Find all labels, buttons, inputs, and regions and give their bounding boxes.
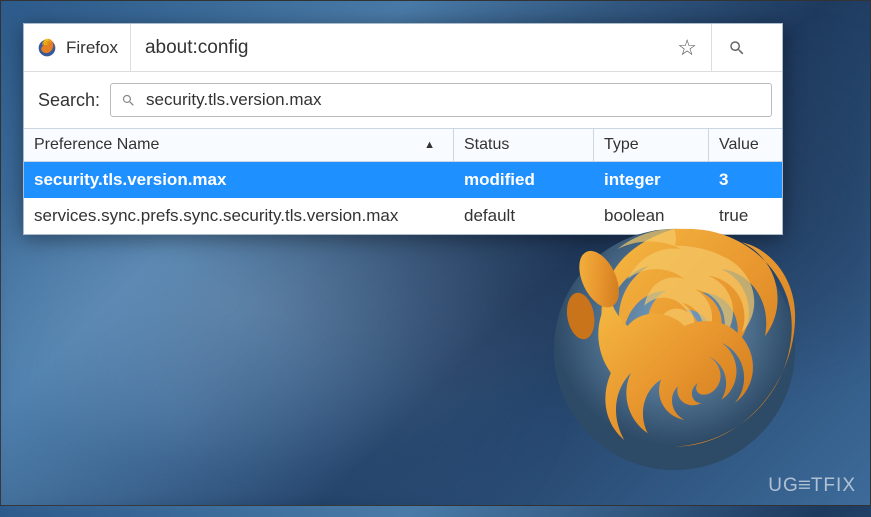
bookmark-star-icon[interactable]: ☆ bbox=[677, 35, 697, 61]
browser-search-box[interactable] bbox=[712, 24, 782, 71]
cell-pref-name: services.sync.prefs.sync.security.tls.ve… bbox=[24, 206, 454, 226]
col-header-type[interactable]: Type bbox=[594, 129, 709, 161]
identity-label: Firefox bbox=[66, 38, 118, 58]
col-header-preference-name[interactable]: Preference Name ▲ bbox=[24, 129, 454, 161]
col-header-status[interactable]: Status bbox=[454, 129, 594, 161]
search-icon bbox=[728, 39, 746, 57]
prefs-table-header: Preference Name ▲ Status Type Value bbox=[24, 128, 782, 162]
watermark: UG≡TFIX bbox=[768, 475, 856, 497]
search-label: Search: bbox=[34, 90, 100, 111]
firefox-icon bbox=[36, 37, 58, 59]
config-search-input-wrap[interactable] bbox=[110, 83, 772, 117]
sort-ascending-icon: ▲ bbox=[424, 139, 435, 151]
url-box[interactable]: about:config ☆ bbox=[131, 24, 712, 71]
address-bar-row: Firefox about:config ☆ bbox=[24, 24, 782, 72]
url-text: about:config bbox=[145, 37, 677, 59]
search-icon bbox=[121, 93, 136, 108]
config-search-input[interactable] bbox=[146, 90, 761, 110]
site-identity[interactable]: Firefox bbox=[24, 24, 131, 71]
firefox-logo-large bbox=[507, 182, 842, 517]
col-header-value[interactable]: Value bbox=[709, 129, 782, 161]
col-header-name-label: Preference Name bbox=[34, 136, 159, 154]
cell-pref-name: security.tls.version.max bbox=[24, 170, 454, 190]
config-search-row: Search: bbox=[24, 72, 782, 128]
